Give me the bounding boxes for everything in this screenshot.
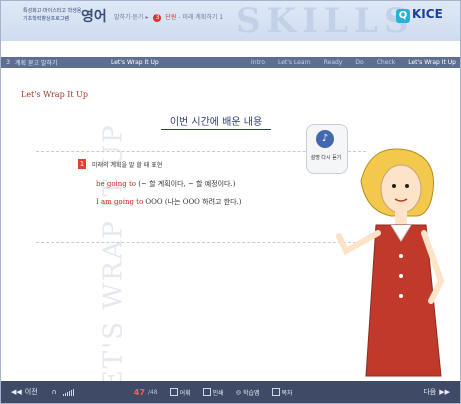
vocabulary-label: 어휘: [179, 389, 191, 397]
point-number-badge: 1: [78, 159, 86, 169]
print-button[interactable]: 인쇄: [202, 388, 224, 397]
headphone-icon: ∩: [51, 388, 57, 396]
example-2: I am going to OOO (나는 OOO 하려고 한다.): [96, 197, 242, 207]
unit-number-badge: 3: [153, 14, 162, 22]
tab-do[interactable]: Do: [355, 59, 363, 66]
kice-logo-text: KICE: [412, 7, 443, 21]
tab-intro[interactable]: Intro: [251, 59, 265, 66]
footer-bar: ◀◀ 이전 ∩ 47 /48 어휘 인쇄 ◎ 학습맵 목차 다음 ▶▶: [1, 381, 460, 403]
unit-label: 단원: [165, 14, 177, 21]
nav-current-lesson: Let's Wrap It Up: [111, 59, 159, 66]
teacher-character-illustration: [336, 148, 445, 377]
vocabulary-button[interactable]: 어휘: [169, 388, 191, 397]
nav-unit-number: 3: [6, 59, 10, 66]
next-button[interactable]: 다음 ▶▶: [423, 387, 450, 397]
kice-logo: Q KICE: [396, 7, 443, 23]
contents-icon: [271, 388, 280, 396]
example-2-rest: OOO (나는 OOO 하려고 한다.): [143, 198, 242, 206]
volume-bars-icon: [62, 388, 74, 396]
app-frame: 특성화고·마이스터고 학생용 기초학력향상프로그램 영어 말하기·듣기 ▸ 3 …: [0, 0, 461, 404]
program-line-2: 기초학력향상프로그램: [23, 16, 70, 22]
vocabulary-icon: [169, 388, 178, 396]
unit-title: 미래 계획하기 1: [182, 14, 224, 21]
header-decoration: SKILLS: [236, 1, 415, 41]
audio-control[interactable]: ∩: [52, 388, 74, 396]
print-icon: [202, 388, 211, 396]
tab-lets-wrap-it-up[interactable]: Let's Wrap It Up: [408, 59, 456, 66]
example-1-highlight: be going to: [96, 180, 137, 188]
learning-map-label: 학습맵: [242, 389, 260, 397]
contents-label: 목차: [281, 389, 293, 397]
point-text: 미래의 계획을 말 할 때 표현: [92, 162, 163, 169]
print-label: 인쇄: [212, 389, 224, 397]
program-title: 특성화고·마이스터고 학생용 기초학력향상프로그램: [23, 7, 81, 23]
tab-check[interactable]: Check: [377, 59, 395, 66]
nav-unit-title: 계획 묻고 말하기: [15, 60, 58, 67]
current-page: 47: [133, 387, 145, 397]
contents-button[interactable]: 목차: [271, 388, 293, 397]
prev-arrow-icon: ◀◀: [11, 388, 22, 396]
example-1: be going to (~ 할 계획이다, ~ 할 예정이다.): [96, 179, 235, 189]
example-2-highlight: I am going to: [96, 198, 144, 206]
section-title: Let's Wrap It Up: [21, 90, 89, 99]
breadcrumb-section: 말하기·듣기: [114, 14, 144, 21]
next-arrow-icon: ▶▶: [439, 388, 450, 396]
total-pages: /48: [147, 388, 158, 396]
page-title: 이번 시간에 배운 내용: [161, 113, 271, 130]
prev-label: 이전: [24, 388, 38, 396]
tab-ready[interactable]: Ready: [324, 59, 343, 66]
map-icon: ◎: [235, 388, 241, 396]
program-line-1: 특성화고·마이스터고 학생용: [23, 8, 82, 14]
next-label: 다음: [423, 388, 437, 396]
kice-logo-icon: Q: [396, 9, 410, 23]
tab-lets-learn[interactable]: Let's Learn: [278, 59, 311, 66]
subject-label: 영어: [81, 9, 107, 25]
learning-map-button[interactable]: ◎ 학습맵: [236, 388, 260, 397]
breadcrumb-arrow-icon: ▸: [145, 14, 149, 21]
step-tabs: Intro Let's Learn Ready Do Check Let's W…: [251, 59, 460, 66]
prev-button[interactable]: ◀◀ 이전: [11, 387, 38, 397]
lesson-nav: 3 계획 묻고 말하기 Let's Wrap It Up Intro Let's…: [1, 57, 460, 68]
breadcrumb: 말하기·듣기 ▸ 3 단원 - 미래 계획하기 1: [114, 12, 223, 22]
example-1-rest: (~ 할 계획이다, ~ 할 예정이다.): [136, 180, 236, 188]
header: 특성화고·마이스터고 학생용 기초학력향상프로그램 영어 말하기·듣기 ▸ 3 …: [1, 1, 460, 41]
